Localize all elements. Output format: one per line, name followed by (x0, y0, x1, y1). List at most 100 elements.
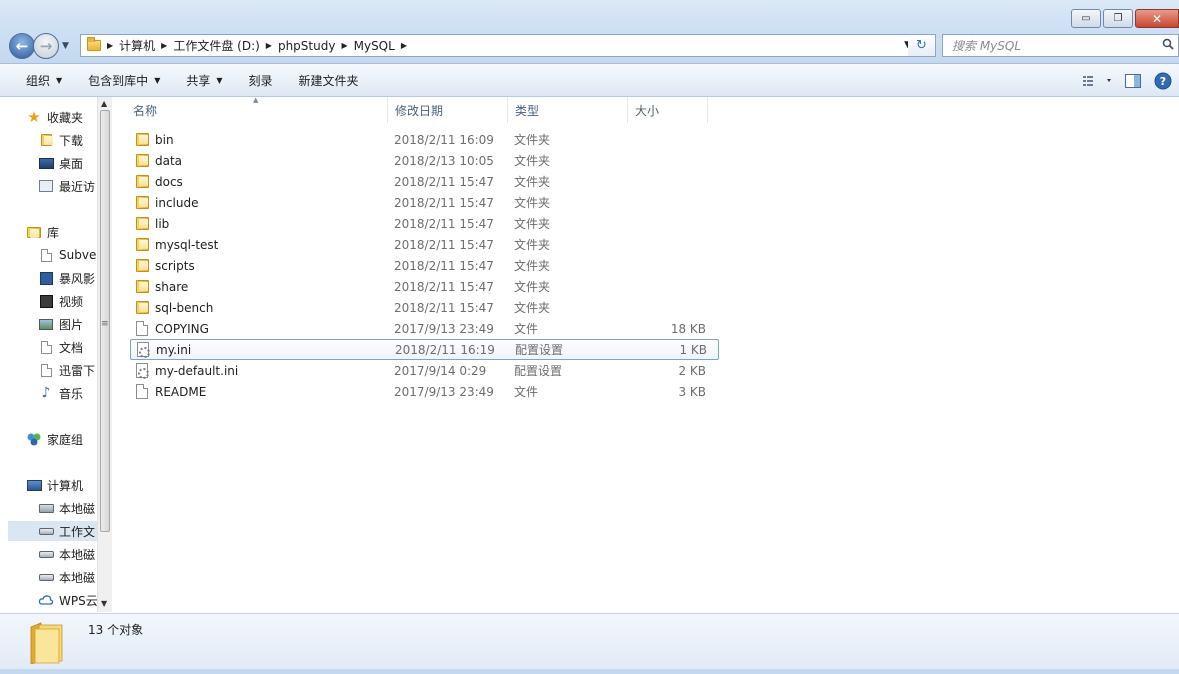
file-type: 文件夹 (514, 238, 551, 252)
organize-menu[interactable]: 组织 ▼ (0, 64, 75, 97)
chevron-down-icon: ▼ (154, 75, 161, 85)
sidebar-item-label: 下载 (59, 133, 84, 148)
navigation-buttons: ← → ▼ (9, 33, 69, 59)
chevron-right-icon[interactable]: ▶ (107, 41, 113, 50)
homegroup-icon (26, 431, 42, 447)
chevron-right-icon[interactable]: ▶ (266, 41, 272, 50)
sidebar-item-label: WPS云 (59, 593, 98, 608)
column-header-name[interactable]: 名称 ▲ (115, 96, 388, 123)
sidebar-item-work-drive[interactable]: 工作文 (8, 521, 98, 541)
chevron-right-icon[interactable]: ▶ (401, 41, 407, 50)
file-modified-date: 2018/2/11 15:47 (394, 237, 494, 252)
file-type: 文件夹 (514, 301, 551, 315)
search-icon[interactable] (1162, 38, 1174, 50)
file-row[interactable]: my-default.ini 2017/9/14 0:29 配置设置 2 KB (130, 360, 719, 381)
sidebar-item-favorites[interactable]: ★ 收藏夹 (26, 107, 83, 127)
column-header-size[interactable]: 大小 (628, 97, 708, 123)
sidebar-item-subversion[interactable]: Subver (38, 245, 101, 265)
column-header-label: 名称 (133, 103, 158, 118)
sidebar-item-downloads[interactable]: 下载 (38, 130, 83, 150)
sidebar-item-computer[interactable]: 计算机 (26, 475, 83, 495)
file-row[interactable]: mysql-test 2018/2/11 15:47 文件夹 (130, 234, 719, 255)
details-view-icon (1083, 75, 1111, 86)
folder-icon (134, 195, 150, 211)
sidebar-item-pictures[interactable]: 图片 (38, 314, 83, 334)
file-row[interactable]: README 2017/9/13 23:49 文件 3 KB (130, 381, 719, 402)
new-folder-button[interactable]: 新建文件夹 (286, 64, 372, 97)
new-folder-label: 新建文件夹 (298, 73, 359, 88)
sidebar-item-local-disk-e[interactable]: 本地磁 (38, 544, 95, 564)
sidebar-item-baofeng[interactable]: 暴风影 (38, 268, 95, 288)
sidebar-item-wps-cloud[interactable]: WPS云 (38, 590, 98, 610)
window-bottom-border (0, 669, 1179, 674)
back-button[interactable]: ← (9, 33, 35, 59)
config-file-icon (134, 363, 150, 379)
file-name-cell: share (130, 279, 394, 295)
sidebar-item-recent[interactable]: 最近访 (38, 176, 95, 196)
sidebar-item-local-disk-f[interactable]: 本地磁 (38, 567, 95, 587)
column-header-modified[interactable]: 修改日期 (388, 97, 508, 123)
recent-pages-dropdown[interactable]: ▼ (62, 41, 69, 51)
file-row[interactable]: my.ini 2018/2/11 16:19 配置设置 1 KB (130, 339, 719, 360)
file-row[interactable]: data 2018/2/13 10:05 文件夹 (130, 150, 719, 171)
column-header-type[interactable]: 类型 (508, 97, 628, 123)
preview-pane-button[interactable] (1122, 70, 1144, 92)
sidebar-item-label: Subver (59, 248, 102, 262)
folder-icon (134, 132, 150, 148)
chevron-down-icon: ▼ (216, 75, 223, 85)
file-row[interactable]: COPYING 2017/9/13 23:49 文件 18 KB (130, 318, 719, 339)
sidebar-item-music[interactable]: ♪ 音乐 (38, 383, 83, 403)
sidebar-item-desktop[interactable]: 桌面 (38, 153, 83, 173)
sidebar-item-label: 桌面 (59, 156, 84, 171)
sidebar-item-videos[interactable]: 视频 (38, 291, 83, 311)
breadcrumb-mysql[interactable]: MySQL (354, 39, 395, 53)
sidebar-item-homegroup[interactable]: 家庭组 (26, 429, 83, 449)
file-name-cell: README (130, 384, 394, 400)
sidebar-item-local-disk-c[interactable]: 本地磁 (38, 498, 95, 518)
maximize-button[interactable]: ❐ (1103, 9, 1133, 28)
system-drive-icon (38, 500, 54, 516)
breadcrumb-computer[interactable]: 计算机 (119, 37, 155, 54)
file-modified-date: 2017/9/13 23:49 (394, 384, 494, 399)
file-modified-date: 2018/2/11 15:47 (394, 195, 494, 210)
file-row[interactable]: docs 2018/2/11 15:47 文件夹 (130, 171, 719, 192)
file-row[interactable]: bin 2018/2/11 16:09 文件夹 (130, 129, 719, 150)
folder-icon (134, 300, 150, 316)
scroll-up-arrow-icon[interactable]: ▲ (101, 99, 107, 108)
document-icon (38, 339, 54, 355)
change-view-button[interactable] (1080, 70, 1114, 92)
file-row[interactable]: share 2018/2/11 15:47 文件夹 (130, 276, 719, 297)
file-row[interactable]: include 2018/2/11 15:47 文件夹 (130, 192, 719, 213)
share-menu[interactable]: 共享 ▼ (173, 64, 235, 97)
breadcrumb-drive-d[interactable]: 工作文件盘 (D:) (173, 37, 259, 54)
minimize-button[interactable]: ▭ (1071, 9, 1101, 28)
file-list: 名称 ▲ 修改日期 类型 大小 bin 2018/2/11 16:09 文件夹 dat… (115, 96, 1179, 612)
burn-button[interactable]: 刻录 (236, 64, 286, 97)
forward-button[interactable]: → (33, 33, 59, 59)
file-modified-date: 2018/2/11 15:47 (394, 279, 494, 294)
scroll-down-arrow-icon[interactable]: ▼ (101, 599, 107, 608)
help-button[interactable]: ? (1152, 70, 1174, 92)
breadcrumb-phpstudy[interactable]: phpStudy (278, 39, 336, 53)
video-library-icon (38, 270, 54, 286)
file-row[interactable]: sql-bench 2018/2/11 15:47 文件夹 (130, 297, 719, 318)
search-input[interactable] (952, 38, 1152, 53)
file-name: my.ini (156, 342, 192, 357)
chevron-right-icon[interactable]: ▶ (161, 41, 167, 50)
sidebar-item-libraries[interactable]: 库 (26, 222, 59, 242)
close-button[interactable]: ✕ (1135, 9, 1179, 28)
file-row[interactable]: scripts 2018/2/11 15:47 文件夹 (130, 255, 719, 276)
file-name: bin (155, 132, 174, 147)
navigation-pane-scrollbar[interactable]: ▲ ≡ ▼ (97, 97, 112, 612)
refresh-button[interactable]: ↻ (908, 34, 936, 57)
sidebar-item-label: 计算机 (47, 478, 84, 493)
file-row[interactable]: lib 2018/2/11 15:47 文件夹 (130, 213, 719, 234)
chevron-right-icon[interactable]: ▶ (341, 41, 347, 50)
sidebar-item-xunlei[interactable]: 迅雷下 (38, 360, 95, 380)
download-library-icon (38, 362, 54, 378)
navigation-pane: ★ 收藏夹 下载 桌面 最近访 库 Subver 暴风影 视频 图片 文档 迅雷… (8, 97, 111, 612)
search-box[interactable] (942, 34, 1179, 57)
sidebar-item-documents[interactable]: 文档 (38, 337, 83, 357)
include-in-library-menu[interactable]: 包含到库中 ▼ (75, 64, 173, 97)
address-bar[interactable]: ▶ 计算机 ▶ 工作文件盘 (D:) ▶ phpStudy ▶ MySQL ▶ … (80, 34, 936, 57)
